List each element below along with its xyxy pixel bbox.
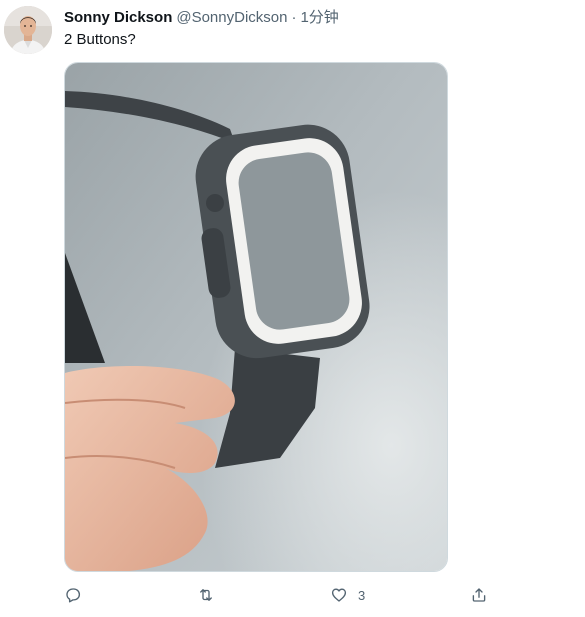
like-button[interactable]: 3: [330, 582, 365, 608]
watch-case-photo: [65, 63, 447, 571]
reply-button[interactable]: [64, 582, 92, 608]
share-button[interactable]: [470, 582, 498, 608]
avatar[interactable]: [4, 6, 52, 54]
retweet-icon: [200, 589, 212, 601]
tweet-media-photo[interactable]: [64, 62, 448, 572]
author-handle[interactable]: @SonnyDickson: [176, 9, 287, 26]
share-icon: [472, 588, 486, 602]
heart-icon: [331, 588, 347, 602]
separator-dot: ·: [291, 9, 297, 26]
avatar-image: [4, 6, 52, 54]
tweet-actions: 3: [64, 582, 504, 608]
retweet-button[interactable]: [197, 582, 225, 608]
tweet-text: 2 Buttons?: [64, 31, 136, 48]
tweet-header: Sonny Dickson @SonnyDickson · 1分钟: [64, 8, 339, 27]
reply-icon: [66, 588, 81, 603]
author-name[interactable]: Sonny Dickson: [64, 9, 172, 26]
tweet: Sonny Dickson @SonnyDickson · 1分钟 2 Buttons…: [0, 0, 585, 617]
like-count: 3: [358, 587, 366, 603]
tweet-timestamp[interactable]: 1分钟: [300, 9, 338, 26]
